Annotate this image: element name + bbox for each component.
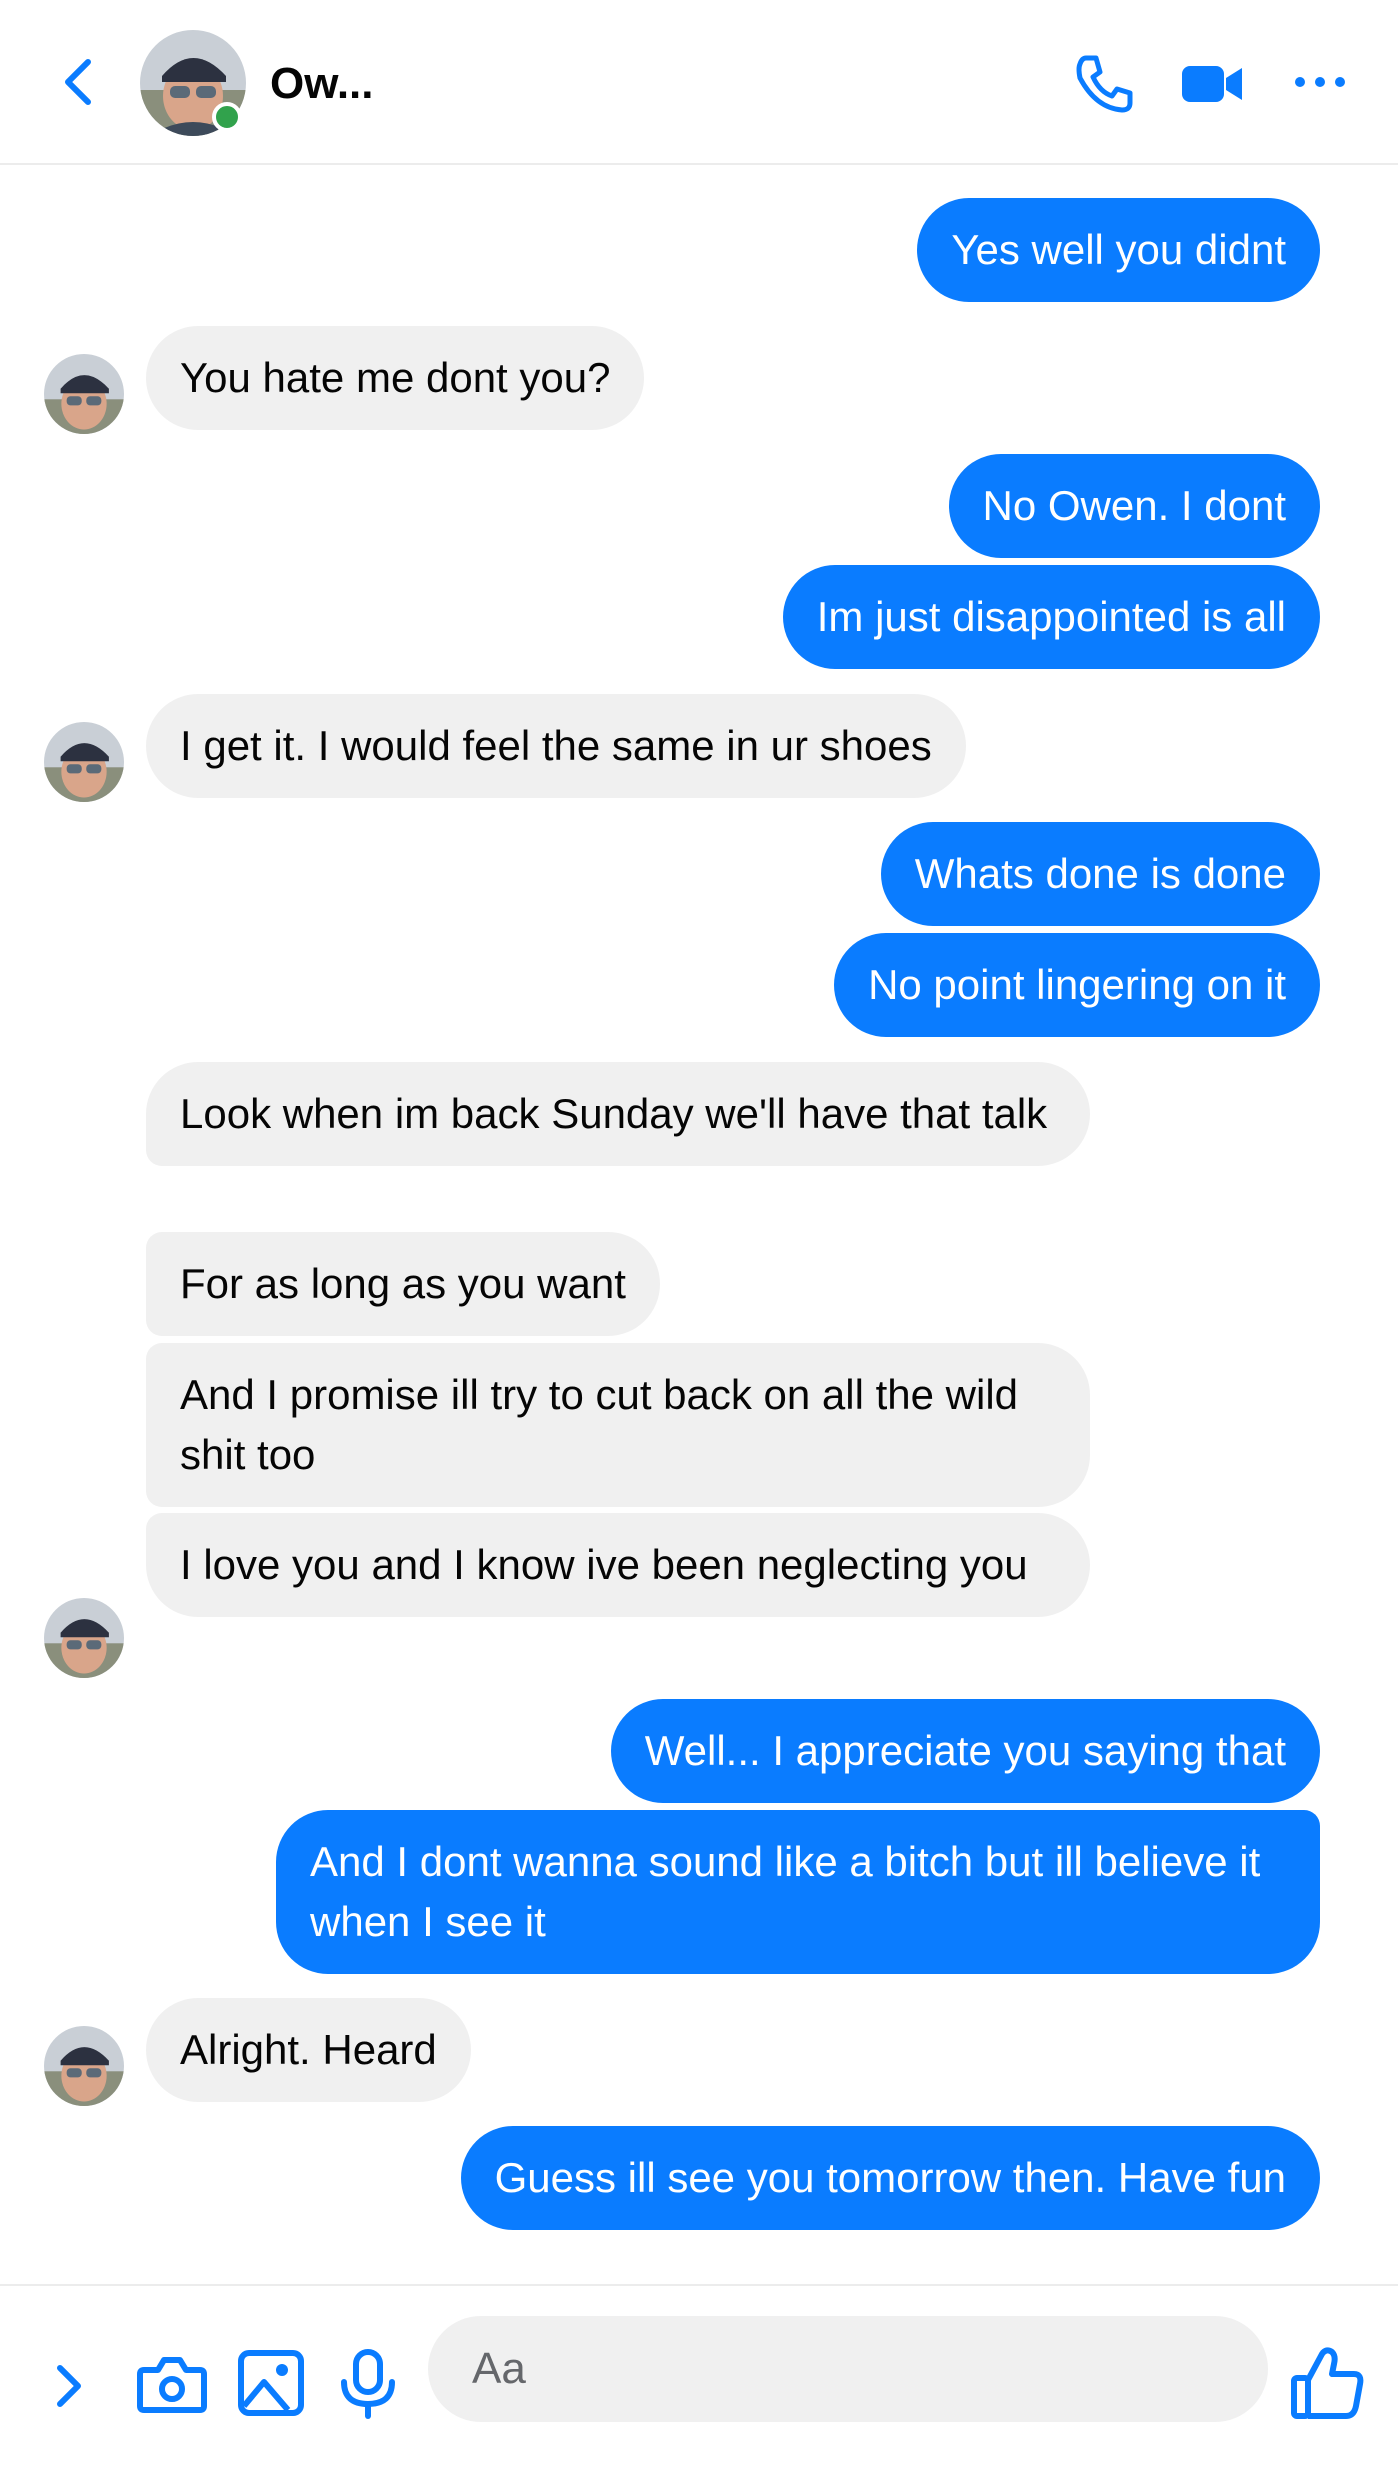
ellipsis-icon [1295,77,1345,87]
like-button[interactable] [1290,2346,1366,2422]
message-incoming[interactable]: I get it. I would feel the same in ur sh… [146,694,966,798]
message-input[interactable]: Aa [428,2316,1268,2422]
message-outgoing[interactable]: Yes well you didnt [917,198,1320,302]
message-incoming[interactable]: For as long as you want [146,1232,660,1336]
message-incoming[interactable]: Look when im back Sunday we'll have that… [146,1062,1090,1166]
message-outgoing[interactable]: Im just disappointed is all [782,565,1320,669]
microphone-button[interactable] [336,2348,400,2420]
message-incoming[interactable]: Alright. Heard [146,1998,471,2102]
sender-avatar [44,722,124,802]
video-call-button[interactable] [1180,56,1244,112]
message-composer: Aa [0,2284,1398,2486]
phone-icon [1076,55,1133,113]
sender-avatar [44,1598,124,1678]
message-outgoing[interactable]: And I dont wanna sound like a bitch but … [276,1810,1320,1974]
chevron-left-icon [65,59,91,105]
message-outgoing[interactable]: No point lingering on it [834,933,1320,1037]
message-incoming[interactable]: I love you and I know ive been neglectin… [146,1513,1090,1617]
chevron-right-icon [57,2365,81,2407]
expand-actions-button[interactable] [50,2358,90,2414]
audio-call-button[interactable] [1072,52,1136,116]
message-incoming[interactable]: And I promise ill try to cut back on all… [146,1343,1090,1507]
back-button[interactable] [58,58,98,106]
online-status-dot [212,102,242,132]
camera-button[interactable] [136,2352,208,2416]
message-outgoing[interactable]: Whats done is done [880,822,1320,926]
image-icon [238,2350,304,2416]
video-camera-icon [1182,66,1242,102]
thumbs-up-icon [1291,2347,1364,2419]
sender-avatar [44,2026,124,2106]
sender-avatar [44,354,124,434]
message-incoming[interactable]: You hate me dont you? [146,326,645,430]
chat-header: Ow... [0,0,1398,165]
message-outgoing[interactable]: Guess ill see you tomorrow then. Have fu… [460,2126,1320,2230]
microphone-icon [341,2349,395,2419]
contact-name[interactable]: Ow... [270,56,374,112]
more-options-button[interactable] [1290,60,1350,104]
camera-icon [137,2357,207,2413]
message-outgoing[interactable]: No Owen. I dont [948,454,1320,558]
gallery-button[interactable] [236,2348,306,2418]
message-outgoing[interactable]: Well... I appreciate you saying that [610,1699,1320,1803]
